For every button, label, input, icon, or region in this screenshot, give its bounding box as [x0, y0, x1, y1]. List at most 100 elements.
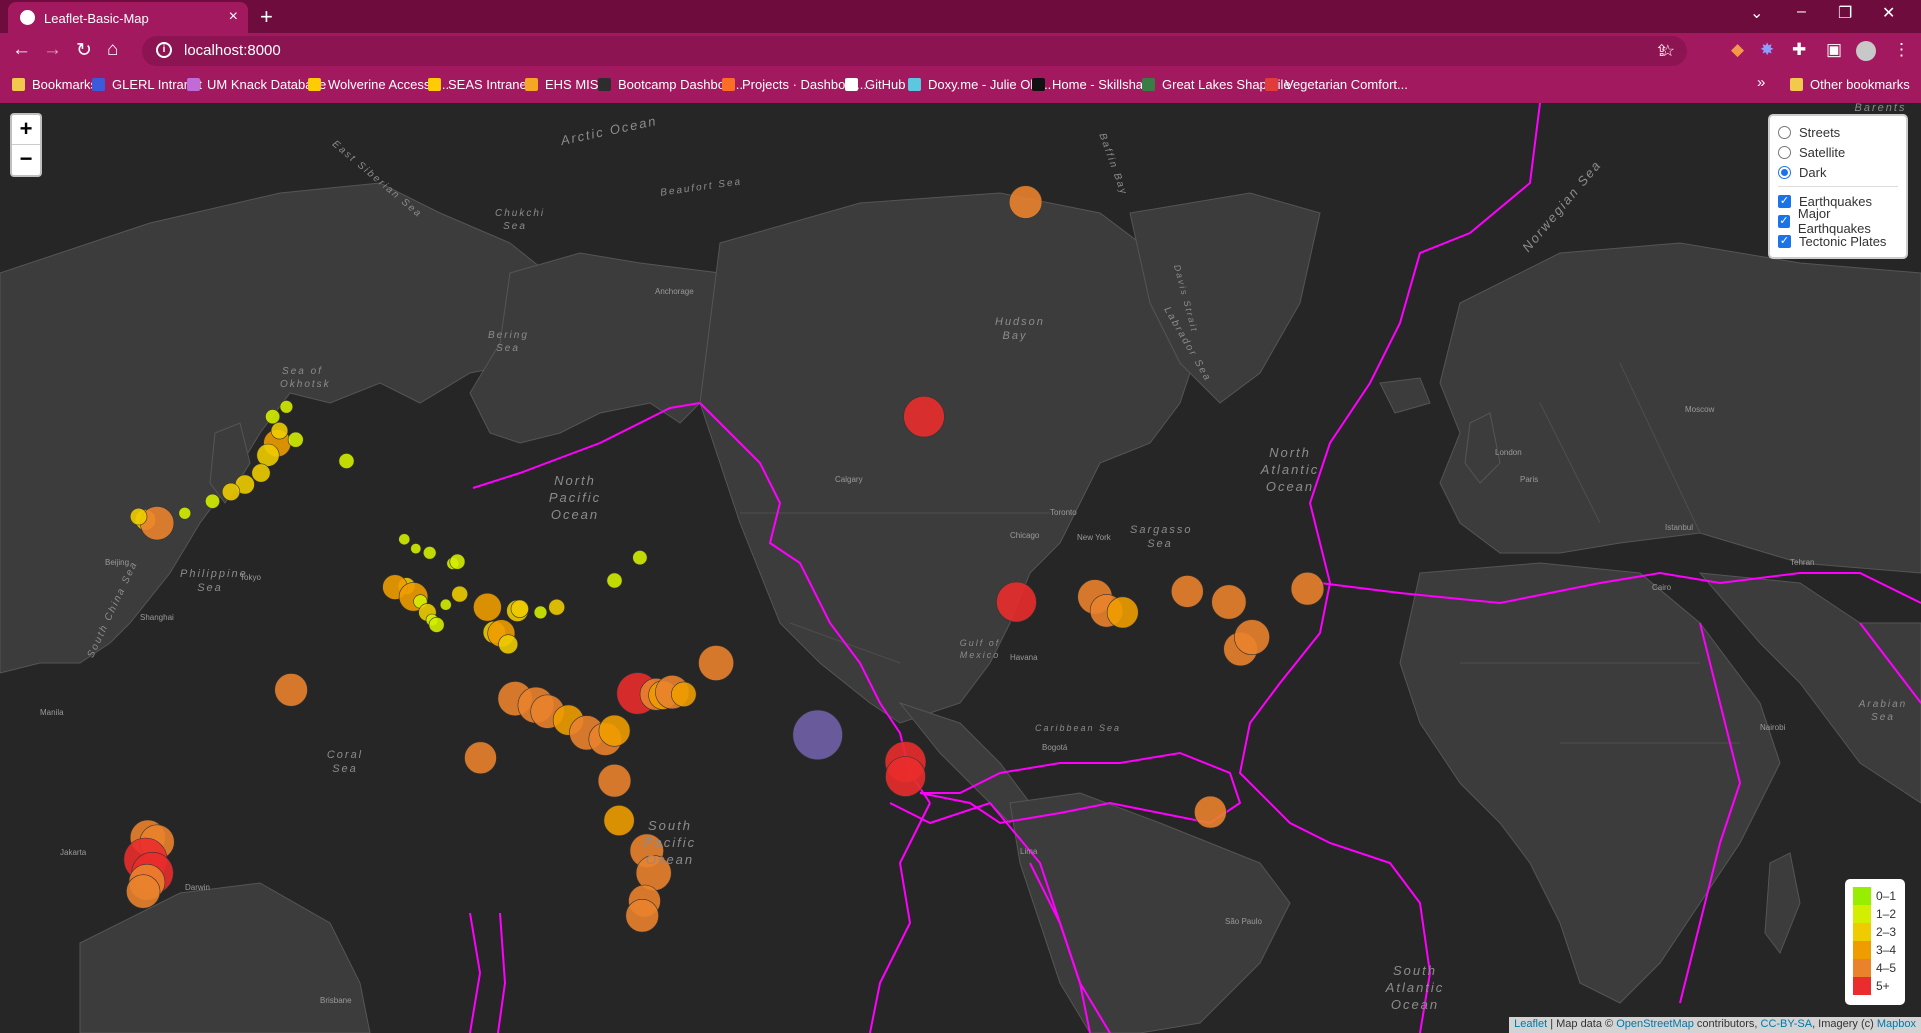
earthquake-marker[interactable]: [178, 506, 192, 520]
earthquake-marker[interactable]: [1194, 795, 1227, 829]
mapbox-link[interactable]: Mapbox: [1877, 1018, 1916, 1030]
earthquake-marker[interactable]: [632, 550, 648, 566]
sidepanel-icon[interactable]: ▣: [1826, 40, 1842, 60]
browser-tab[interactable]: Leaflet-Basic-Map ×: [8, 2, 248, 33]
earthquake-marker[interactable]: [510, 599, 529, 618]
restore-button[interactable]: ❐: [1838, 3, 1852, 23]
puzzle-icon[interactable]: ✚: [1792, 40, 1806, 60]
earthquake-marker[interactable]: [428, 617, 445, 633]
bookmarks-overflow[interactable]: »: [1757, 74, 1765, 91]
overlay-tectonic-plates[interactable]: ✓ Tectonic Plates: [1778, 231, 1898, 251]
earthquake-marker[interactable]: [1106, 596, 1139, 629]
bookmark-item[interactable]: UM Knack Database: [187, 77, 326, 92]
back-icon[interactable]: ←: [12, 39, 31, 61]
earthquake-marker[interactable]: [603, 804, 635, 836]
zoom-in-button[interactable]: +: [12, 115, 40, 145]
earthquake-marker[interactable]: [279, 400, 294, 414]
radio-selected-icon[interactable]: [1778, 165, 1791, 179]
star-icon[interactable]: ☆: [1661, 41, 1675, 61]
base-layer-satellite[interactable]: Satellite: [1778, 142, 1898, 162]
bookmark-item[interactable]: Home - Skillshare: [1032, 77, 1155, 92]
earthquake-marker[interactable]: [423, 546, 437, 560]
checkbox-icon[interactable]: ✓: [1778, 194, 1791, 208]
layer-label: Satellite: [1799, 144, 1846, 160]
earthquake-marker[interactable]: [598, 714, 631, 747]
radio-icon[interactable]: [1778, 125, 1791, 139]
place-label: New York: [1077, 533, 1111, 542]
bookmark-item[interactable]: Doxy.me - Julie Ole...: [908, 77, 1051, 92]
earthquake-marker[interactable]: [1290, 572, 1325, 606]
earthquake-marker[interactable]: [473, 592, 502, 622]
info-icon[interactable]: i: [156, 42, 172, 58]
earthquake-marker[interactable]: [205, 493, 221, 509]
bookmark-item[interactable]: EHS MISP: [525, 77, 607, 92]
checkbox-icon[interactable]: ✓: [1778, 214, 1790, 228]
extension-icon[interactable]: ◆: [1731, 40, 1744, 60]
forward-icon[interactable]: →: [43, 39, 62, 61]
earthquake-marker[interactable]: [251, 463, 271, 483]
water-label: Chukchi Sea: [495, 208, 546, 232]
earthquake-marker[interactable]: [274, 673, 308, 707]
bookmark-item[interactable]: Vegetarian Comfort...: [1265, 77, 1408, 92]
menu-icon[interactable]: ⋮: [1893, 40, 1910, 60]
earthquake-marker[interactable]: [792, 709, 843, 761]
bookmark-icon: [845, 78, 858, 91]
osm-link[interactable]: OpenStreetMap: [1616, 1018, 1694, 1030]
earthquake-marker[interactable]: [451, 585, 469, 603]
avatar[interactable]: [1856, 41, 1876, 61]
earthquake-marker[interactable]: [126, 874, 161, 909]
earthquake-marker[interactable]: [498, 634, 519, 655]
earthquake-marker[interactable]: [625, 898, 659, 933]
tab-search-icon[interactable]: ⌄: [1750, 3, 1763, 23]
earthquake-marker[interactable]: [287, 431, 304, 448]
extension-gear-icon[interactable]: ✸: [1760, 40, 1774, 60]
earthquake-marker[interactable]: [996, 581, 1037, 623]
earthquake-marker[interactable]: [597, 763, 632, 798]
earthquake-marker[interactable]: [439, 598, 452, 611]
overlay-major-earthquakes[interactable]: ✓ Major Earthquakes: [1778, 206, 1898, 236]
earthquake-marker[interactable]: [129, 507, 148, 526]
earthquake-marker[interactable]: [698, 645, 735, 681]
earthquake-marker[interactable]: [449, 553, 466, 570]
checkbox-icon[interactable]: ✓: [1778, 234, 1791, 248]
earthquake-marker[interactable]: [1234, 619, 1270, 656]
leaflet-link[interactable]: Leaflet: [1514, 1018, 1547, 1030]
earthquake-marker[interactable]: [221, 482, 241, 502]
radio-icon[interactable]: [1778, 145, 1791, 159]
zoom-out-button[interactable]: −: [12, 145, 40, 175]
minimize-button[interactable]: –: [1797, 3, 1806, 21]
earthquake-marker[interactable]: [270, 422, 289, 440]
basemap[interactable]: [0, 103, 1921, 1033]
home-icon[interactable]: ⌂: [107, 39, 118, 61]
earthquake-marker[interactable]: [1211, 584, 1247, 620]
base-layer-dark[interactable]: Dark: [1778, 162, 1898, 182]
close-tab-icon[interactable]: ×: [229, 8, 238, 26]
base-layer-streets[interactable]: Streets: [1778, 122, 1898, 142]
earthquake-marker[interactable]: [398, 533, 411, 546]
earthquake-marker[interactable]: [671, 681, 697, 707]
earthquake-marker[interactable]: [606, 572, 623, 589]
earthquake-marker[interactable]: [1008, 185, 1043, 219]
other-bookmarks[interactable]: Other bookmarks: [1790, 77, 1910, 92]
earthquake-marker[interactable]: [256, 443, 280, 467]
earthquake-marker[interactable]: [533, 605, 548, 620]
earthquake-marker[interactable]: [265, 409, 281, 425]
water-label: Gulf of Mexico: [959, 638, 1001, 660]
earthquake-marker[interactable]: [1171, 575, 1204, 608]
ccbysa-link[interactable]: CC-BY-SA: [1761, 1018, 1813, 1030]
earthquake-marker[interactable]: [885, 756, 926, 797]
bookmark-item[interactable]: GitHub: [845, 77, 905, 92]
close-window-button[interactable]: ✕: [1882, 3, 1895, 23]
new-tab-button[interactable]: +: [260, 4, 273, 30]
map-container[interactable]: Arctic Ocean Beaufort Sea East Siberian …: [0, 103, 1921, 1033]
bookmark-item[interactable]: GLERL Intranet: [92, 77, 202, 92]
bookmark-item[interactable]: SEAS Intranet: [428, 77, 530, 92]
earthquake-marker[interactable]: [903, 395, 945, 438]
earthquake-marker[interactable]: [410, 543, 422, 555]
bookmark-item[interactable]: Bookmarks: [12, 77, 97, 92]
reload-icon[interactable]: ↻: [76, 39, 92, 62]
earthquake-marker[interactable]: [464, 741, 497, 775]
earthquake-marker[interactable]: [548, 598, 566, 616]
address-bar[interactable]: i localhost:8000 ⇪ ☆: [142, 36, 1687, 66]
earthquake-marker[interactable]: [338, 453, 355, 469]
